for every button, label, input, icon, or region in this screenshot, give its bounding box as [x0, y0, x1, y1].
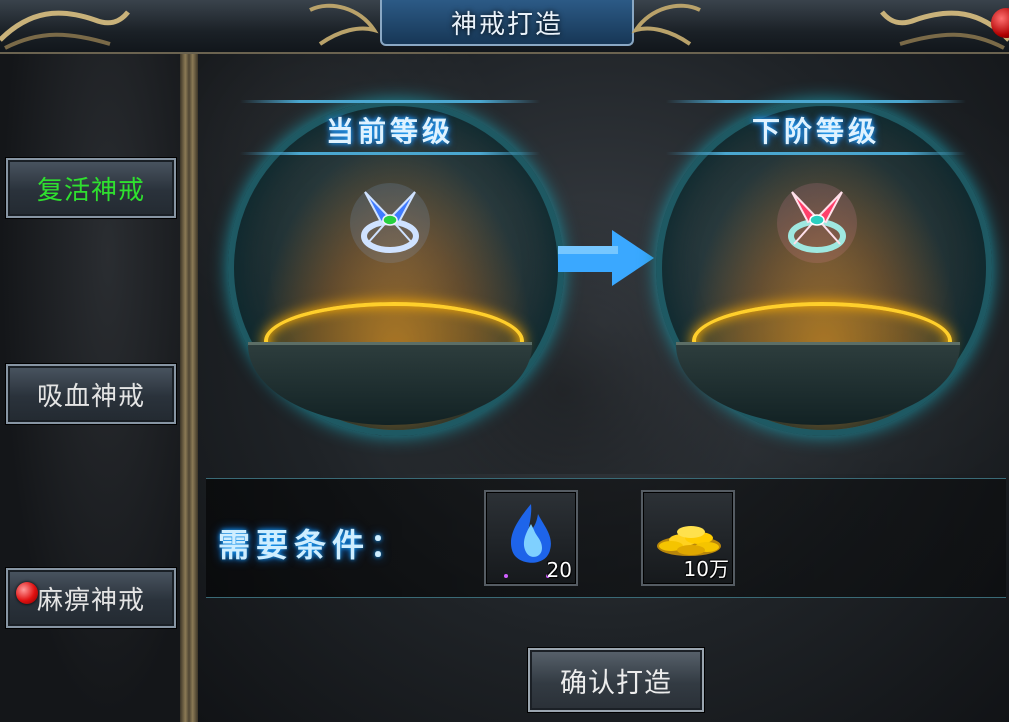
sidebar-item-revive-ring[interactable]: 复活神戒: [6, 158, 176, 218]
sidebar-item-paralysis-ring[interactable]: 麻痹神戒: [6, 568, 176, 628]
label-line: [240, 152, 540, 155]
sidebar-item-label: 麻痹神戒: [36, 585, 145, 616]
notification-dot: [16, 582, 38, 604]
sidebar-item-vampire-ring[interactable]: 吸血神戒: [6, 364, 176, 424]
dragon-ornament-right-icon: [880, 10, 1009, 50]
sidebar-item-label: 复活神戒: [36, 175, 145, 206]
sidebar-item-label: 吸血神戒: [36, 381, 145, 412]
title-bar: 神戒打造: [0, 0, 1009, 54]
requirement-count: 20: [546, 558, 572, 582]
dragon-head-left-icon: [309, 3, 379, 46]
window-title: 神戒打造: [450, 9, 563, 40]
requirements-label: 需要条件：: [218, 526, 409, 564]
requirement-slot-soul-flame[interactable]: 20: [484, 490, 578, 586]
confirm-forge-button[interactable]: 确认打造: [528, 648, 704, 712]
current-ring-icon[interactable]: [345, 178, 435, 268]
dragon-ornament-left-icon: [0, 10, 130, 50]
next-ring-icon[interactable]: [772, 178, 862, 268]
arrow-right-icon: [558, 230, 654, 286]
current-level-label: 当前等级: [325, 115, 454, 148]
sidebar-divider: [180, 54, 198, 722]
confirm-forge-label: 确认打造: [560, 667, 672, 699]
label-line: [666, 152, 966, 155]
title-plate: 神戒打造: [380, 0, 634, 46]
requirement-count: 10万: [683, 557, 729, 581]
requirement-slot-gold[interactable]: 10万: [641, 490, 735, 586]
next-level-label: 下阶等级: [751, 115, 880, 148]
forge-window: 神戒打造 复活神戒 吸血神戒 麻痹神戒 当前等级 下阶等级 需要条件： 20 1…: [0, 0, 1009, 722]
dragon-head-right-icon: [631, 3, 701, 46]
